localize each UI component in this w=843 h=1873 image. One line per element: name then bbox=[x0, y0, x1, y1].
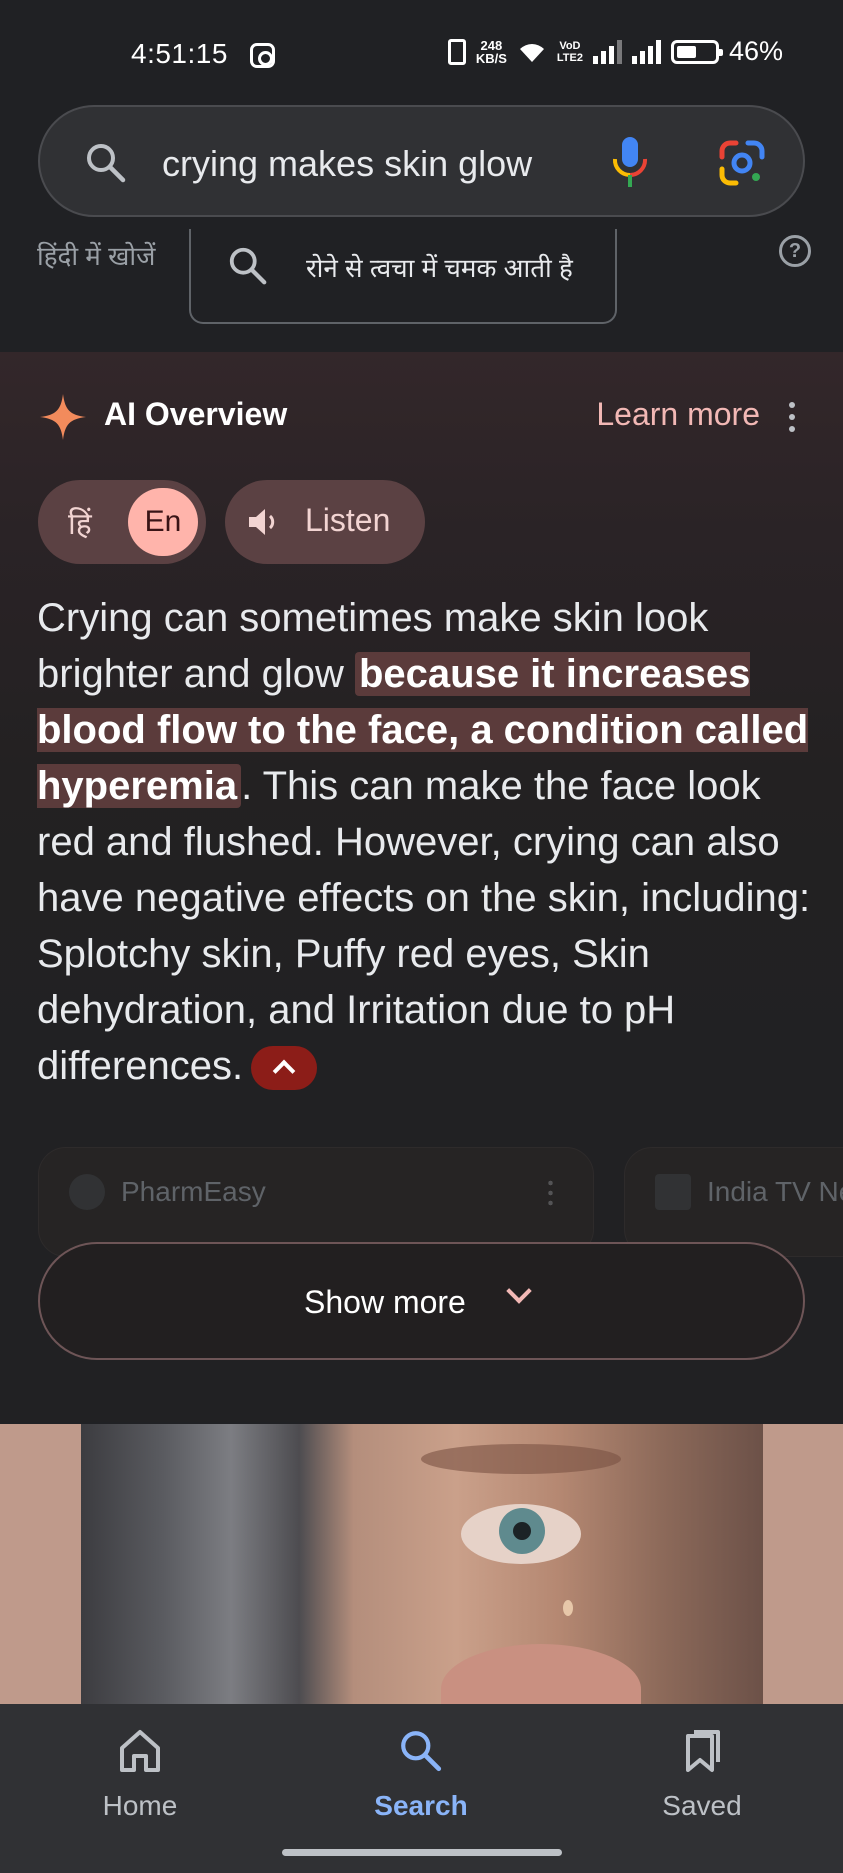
signal-sim2-icon bbox=[631, 39, 661, 64]
instagram-notification-icon bbox=[250, 43, 275, 68]
source-card[interactable]: PharmEasy bbox=[38, 1147, 594, 1257]
bookmark-icon bbox=[686, 1730, 720, 1772]
signal-sim1-icon bbox=[592, 39, 622, 64]
source-logo bbox=[69, 1174, 105, 1210]
status-bar: 4:51:15 248 KB/S VoD LTE2 46% bbox=[0, 0, 843, 100]
help-icon[interactable]: ? bbox=[779, 235, 811, 267]
lang-option-hindi[interactable]: हिं bbox=[68, 502, 92, 543]
source-logo bbox=[655, 1174, 691, 1210]
vibrate-icon bbox=[447, 38, 466, 65]
home-icon bbox=[120, 1730, 160, 1772]
show-more-button[interactable]: Show more bbox=[38, 1242, 805, 1360]
search-icon bbox=[401, 1731, 442, 1772]
search-bar[interactable]: crying makes skin glow bbox=[38, 105, 805, 217]
listen-button[interactable]: Listen bbox=[225, 480, 425, 564]
search-icon bbox=[87, 144, 126, 183]
microphone-icon[interactable] bbox=[610, 135, 650, 191]
nav-search-label: Search bbox=[374, 1790, 468, 1821]
network-speed-unit: KB/S bbox=[475, 50, 507, 66]
collapse-chevron-icon[interactable] bbox=[251, 1046, 318, 1091]
source-more-icon[interactable] bbox=[548, 1178, 553, 1208]
ai-text-rest: . This can make the face look red and fl… bbox=[37, 764, 811, 1088]
show-more-label: Show more bbox=[304, 1284, 466, 1320]
nav-search[interactable]: Search bbox=[321, 1728, 521, 1822]
hindi-query-chip[interactable]: रोने से त्वचा में चमक आती है bbox=[189, 229, 617, 324]
nav-saved[interactable]: Saved bbox=[602, 1728, 802, 1822]
speaker-icon bbox=[249, 509, 275, 535]
search-icon bbox=[229, 247, 267, 285]
network-speed-value: 248 bbox=[480, 37, 503, 53]
ai-overview-text: Crying can sometimes make skin look brig… bbox=[37, 590, 812, 1094]
volte-bottom-label: LTE2 bbox=[556, 51, 583, 64]
bottom-navigation: Home Search Saved bbox=[0, 1704, 843, 1873]
home-indicator-bar[interactable] bbox=[282, 1849, 562, 1856]
ai-sparkle-icon bbox=[40, 394, 86, 440]
status-time: 4:51:15 bbox=[131, 38, 228, 69]
lang-option-english[interactable]: En bbox=[128, 488, 198, 556]
volte-indicator: VoD LTE2 bbox=[557, 40, 583, 64]
image-result[interactable] bbox=[0, 1424, 843, 1704]
source-card[interactable]: India TV Ne bbox=[624, 1147, 843, 1257]
wifi-icon bbox=[519, 43, 544, 62]
crying-woman-photo[interactable] bbox=[81, 1424, 763, 1704]
battery-percent: 46% bbox=[728, 36, 783, 66]
chevron-down-icon bbox=[506, 1278, 532, 1304]
ai-overview-title: AI Overview bbox=[104, 396, 288, 432]
volte-top-label: VoD bbox=[559, 39, 581, 52]
hindi-search-label: हिंदी में खोजें bbox=[37, 241, 156, 271]
nav-home[interactable]: Home bbox=[40, 1728, 240, 1822]
ai-overview-panel: AI Overview Learn more हिं En Listen Cry… bbox=[0, 352, 843, 1422]
nav-home-label: Home bbox=[102, 1790, 178, 1821]
hindi-search-suggestion: हिंदी में खोजें रोने से त्वचा में चमक आत… bbox=[0, 217, 843, 332]
source-name: India TV Ne bbox=[707, 1176, 843, 1207]
battery-icon bbox=[670, 39, 723, 64]
google-lens-icon[interactable] bbox=[718, 139, 766, 187]
language-toggle[interactable]: हिं En bbox=[38, 480, 206, 564]
more-options-icon[interactable] bbox=[789, 402, 795, 438]
hindi-query-text: रोने से त्वचा में चमक आती है bbox=[306, 253, 573, 283]
listen-label: Listen bbox=[305, 502, 391, 538]
network-speed: 248 KB/S bbox=[476, 39, 507, 65]
source-name: PharmEasy bbox=[121, 1176, 266, 1207]
nav-saved-label: Saved bbox=[662, 1790, 742, 1821]
status-icons: 248 KB/S VoD LTE2 46% bbox=[447, 36, 783, 67]
learn-more-link[interactable]: Learn more bbox=[596, 396, 760, 433]
search-input[interactable]: crying makes skin glow bbox=[162, 143, 532, 185]
